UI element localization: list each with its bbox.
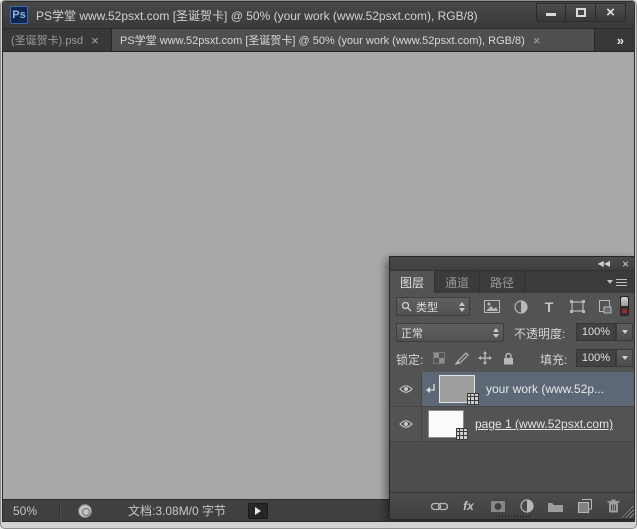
- layer-row-content[interactable]: page 1 (www.52psxt.com): [422, 407, 634, 441]
- panel-drag-handle[interactable]: [495, 515, 530, 518]
- chevron-down-icon: [621, 330, 628, 334]
- layer-filter-row: 类型 T: [390, 295, 634, 319]
- tab-channels[interactable]: 通道: [435, 271, 481, 293]
- tab-document-1[interactable]: (圣诞贺卡).psd ×: [3, 29, 112, 51]
- new-adjustment-layer-icon[interactable]: [517, 497, 536, 516]
- panel-close-icon[interactable]: ×: [616, 257, 634, 271]
- fill-dropdown-button[interactable]: [616, 349, 633, 367]
- status-divider: [59, 502, 60, 519]
- window-body: Ps PS学堂 www.52psxt.com [圣诞贺卡] @ 50% (you…: [2, 1, 635, 522]
- filter-kind-value: 类型: [416, 301, 438, 314]
- tab-overflow-chevron-icon[interactable]: »: [605, 33, 634, 48]
- tab-label: PS学堂 www.52psxt.com [圣诞贺卡] @ 50% (your w…: [120, 35, 525, 47]
- arrow-right-icon: [255, 506, 262, 515]
- photoshop-app-icon: Ps: [10, 6, 28, 24]
- menu-lines-icon: [616, 278, 627, 280]
- visibility-toggle[interactable]: [390, 372, 422, 406]
- blend-mode-dropdown[interactable]: 正常: [396, 323, 504, 342]
- filter-type-layers-icon[interactable]: T: [539, 298, 559, 315]
- status-drive-icon[interactable]: [78, 503, 92, 518]
- photoshop-window: Ps PS学堂 www.52psxt.com [圣诞贺卡] @ 50% (you…: [0, 0, 637, 529]
- tab-layers[interactable]: 图层: [390, 271, 436, 293]
- fill-label: 填充:: [540, 353, 568, 367]
- add-layer-mask-icon[interactable]: [488, 497, 507, 516]
- filter-toggle-switch[interactable]: [620, 296, 629, 316]
- blend-mode-value: 正常: [401, 327, 423, 340]
- layer-row-page-1[interactable]: page 1 (www.52psxt.com): [390, 407, 634, 442]
- filter-smart-objects-icon[interactable]: [595, 298, 615, 315]
- filter-shape-layers-icon[interactable]: [567, 298, 587, 315]
- lock-transparency-icon[interactable]: [430, 349, 448, 367]
- window-title: PS学堂 www.52psxt.com [圣诞贺卡] @ 50% (your w…: [36, 8, 478, 23]
- lock-pixels-brush-icon[interactable]: [453, 349, 471, 367]
- opacity-dropdown-button[interactable]: [616, 323, 633, 341]
- close-icon: ×: [606, 3, 615, 21]
- layers-list: your work (www.52p... page 1 (www.52psxt…: [390, 372, 634, 492]
- layer-name[interactable]: your work (www.52p...: [486, 382, 604, 396]
- panel-resize-grip[interactable]: [621, 505, 634, 518]
- layer-row-content[interactable]: your work (www.52p...: [422, 372, 634, 406]
- panel-body: 类型 T 正常 不透明度: 100% 锁定: 填充: 100% your wor…: [390, 293, 634, 492]
- tab-document-2[interactable]: PS学堂 www.52psxt.com [圣诞贺卡] @ 50% (your w…: [112, 29, 595, 51]
- layer-thumbnail[interactable]: [439, 375, 479, 405]
- status-options-button[interactable]: [248, 502, 269, 519]
- opacity-value-field[interactable]: 100%: [576, 323, 616, 341]
- tab-label: (圣诞贺卡).psd: [11, 35, 84, 47]
- link-layers-icon[interactable]: [430, 497, 449, 516]
- filter-pixel-layers-icon[interactable]: [482, 298, 502, 315]
- stepper-icon: [454, 301, 465, 312]
- panel-header[interactable]: ◀◀ ×: [390, 257, 634, 271]
- document-size-info: 文档:3.08M/0 字节: [128, 504, 227, 518]
- layer-row-your-work[interactable]: your work (www.52p...: [390, 372, 634, 407]
- search-icon: [401, 301, 412, 312]
- blend-opacity-row: 正常 不透明度: 100%: [390, 321, 634, 345]
- smart-object-badge-icon: [456, 428, 468, 440]
- tab-close-icon[interactable]: ×: [533, 34, 541, 47]
- layer-name[interactable]: page 1 (www.52psxt.com): [475, 417, 613, 431]
- zoom-level-field[interactable]: 50%: [3, 504, 59, 518]
- fill-value-field[interactable]: 100%: [576, 349, 616, 367]
- panel-menu-button[interactable]: [607, 271, 634, 293]
- chevron-down-icon: [621, 356, 628, 360]
- new-group-folder-icon[interactable]: [546, 497, 565, 516]
- title-bar[interactable]: Ps PS学堂 www.52psxt.com [圣诞贺卡] @ 50% (you…: [3, 2, 634, 29]
- eye-icon: [398, 420, 413, 428]
- maximize-icon: [575, 7, 586, 17]
- clipping-mask-arrow-icon: [426, 383, 435, 393]
- document-tab-bar: (圣诞贺卡).psd × PS学堂 www.52psxt.com [圣诞贺卡] …: [3, 29, 634, 52]
- eye-icon: [398, 385, 413, 393]
- smart-object-badge-icon: [467, 393, 479, 405]
- filter-kind-dropdown[interactable]: 类型: [396, 297, 470, 316]
- stepper-icon: [488, 327, 499, 338]
- visibility-toggle[interactable]: [390, 407, 422, 441]
- new-layer-icon[interactable]: [575, 497, 594, 516]
- layer-thumbnail[interactable]: [428, 410, 468, 440]
- maximize-button[interactable]: [566, 2, 596, 22]
- lock-all-padlock-icon[interactable]: [499, 349, 517, 367]
- lock-label: 锁定:: [396, 353, 424, 367]
- panel-tab-bar: 图层 通道 路径: [390, 271, 634, 293]
- collapse-panel-icon[interactable]: ◀◀: [592, 257, 616, 271]
- minimize-icon: [546, 13, 556, 16]
- filter-adjustment-layers-icon[interactable]: [511, 298, 531, 315]
- tab-close-icon[interactable]: ×: [91, 34, 99, 47]
- menu-triangle-icon: [607, 280, 613, 284]
- tab-paths[interactable]: 路径: [480, 271, 526, 293]
- layer-effects-fx-icon[interactable]: fx: [459, 497, 478, 516]
- opacity-label: 不透明度:: [514, 327, 566, 341]
- lock-fill-row: 锁定: 填充: 100%: [390, 347, 634, 371]
- layers-panel: ◀◀ × 图层 通道 路径 类型 T 正常 不透明度: 100% 锁定: 填充:…: [389, 256, 634, 520]
- close-button[interactable]: ×: [596, 2, 626, 22]
- minimize-button[interactable]: [536, 2, 566, 22]
- lock-position-move-icon[interactable]: [476, 349, 494, 367]
- window-controls: ×: [536, 2, 626, 22]
